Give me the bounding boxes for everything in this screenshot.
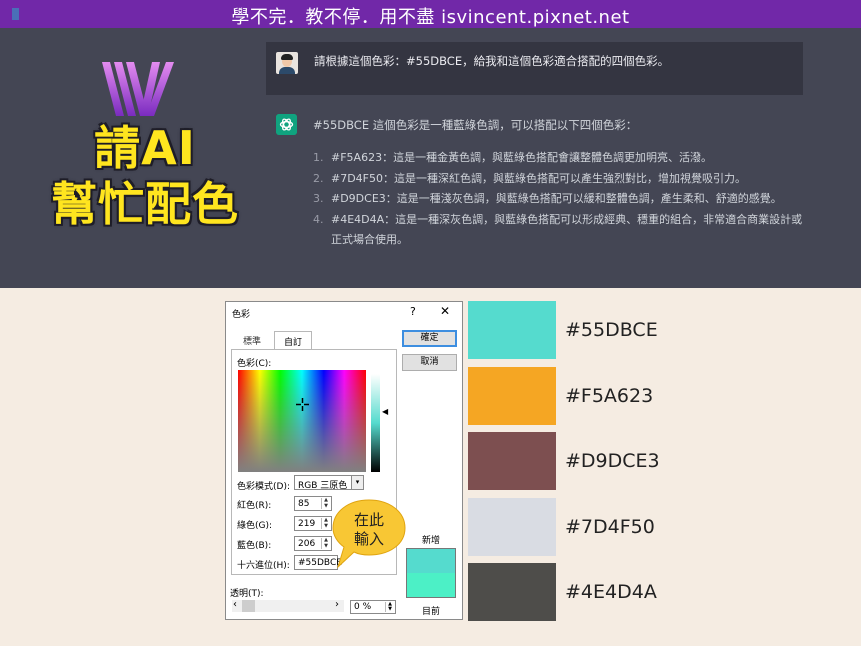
chevron-down-icon[interactable]: ▾ bbox=[351, 475, 364, 490]
user-message: 請根據這個色彩：#55DBCE，給我和這個色彩適合搭配的四個色彩。 bbox=[266, 42, 803, 95]
new-color-preview bbox=[406, 548, 456, 573]
promo-title-line1: 請AI bbox=[94, 121, 196, 175]
tab-standard[interactable]: 標準 bbox=[232, 331, 272, 349]
red-label: 紅色(R): bbox=[237, 501, 272, 511]
color-swatch bbox=[468, 301, 556, 359]
callout-line2: 輸入 bbox=[354, 530, 384, 548]
hex-label: 十六進位(H): bbox=[237, 561, 290, 571]
color-swatch bbox=[468, 497, 556, 556]
current-color-preview bbox=[406, 573, 456, 598]
transparency-label: 透明(T): bbox=[230, 589, 264, 599]
blue-label: 藍色(B): bbox=[237, 541, 272, 551]
transparency-stepper[interactable]: ▲ ▼ bbox=[385, 602, 394, 612]
color-swatch bbox=[468, 366, 556, 425]
color-swatch bbox=[468, 432, 556, 490]
current-color-label: 目前 bbox=[422, 607, 441, 617]
blue-input[interactable]: 206 ▲ ▼ bbox=[294, 536, 332, 551]
transparency-value: 0 % bbox=[354, 602, 372, 612]
list-item: 1. #F5A623：這是一種金黃色調，與藍綠色搭配會讓整體色調更加明亮、活潑。 bbox=[313, 151, 713, 164]
user-avatar bbox=[276, 52, 298, 74]
chatgpt-icon bbox=[276, 114, 297, 135]
close-button[interactable]: ✕ bbox=[440, 304, 450, 318]
colors-label: 色彩(C): bbox=[237, 359, 272, 369]
color-swatch-label: #55DBCE bbox=[565, 319, 658, 341]
transparency-slider[interactable]: ‹ › bbox=[232, 599, 344, 612]
list-item: 2. #7D4F50：這是一種深紅色調，與藍綠色搭配可以產生強烈對比，增加視覺吸引… bbox=[313, 171, 747, 185]
color-swatch-label: #D9DCE3 bbox=[565, 450, 660, 472]
assistant-intro: #55DBCE 這個色彩是一種藍綠色調，可以搭配以下四個色彩： bbox=[313, 118, 638, 132]
color-model-select[interactable]: RGB 三原色 ▾ bbox=[294, 475, 364, 491]
callout-bubble: 在此 輸入 bbox=[332, 499, 406, 569]
new-color-label: 新增 bbox=[422, 536, 441, 546]
chevron-right-icon[interactable]: › bbox=[335, 599, 339, 610]
color-spectrum[interactable] bbox=[238, 370, 366, 472]
luminance-slider[interactable] bbox=[371, 374, 380, 472]
green-stepper[interactable]: ▲ ▼ bbox=[321, 517, 330, 529]
blue-value: 206 bbox=[298, 539, 316, 549]
logo-icon bbox=[102, 62, 174, 116]
dialog-title: 色彩 bbox=[232, 310, 251, 320]
chevron-left-icon[interactable]: ‹ bbox=[233, 599, 237, 610]
help-button[interactable]: ? bbox=[410, 305, 416, 318]
red-stepper[interactable]: ▲ ▼ bbox=[321, 497, 330, 509]
green-input[interactable]: 219 ▲ ▼ bbox=[294, 516, 332, 531]
slider-thumb[interactable] bbox=[242, 600, 255, 612]
promo-title: 請AI 幫忙配色 bbox=[40, 120, 250, 232]
assistant-suggestion-list: 1. #F5A623：這是一種金黃色調，與藍綠色搭配會讓整體色調更加明亮、活潑。 … bbox=[313, 148, 803, 251]
blue-stepper[interactable]: ▲ ▼ bbox=[321, 537, 330, 549]
color-swatch-label: #4E4D4A bbox=[565, 581, 657, 603]
chat-panel: 請AI 幫忙配色 請根據這個色彩：#55DBCE，給我和這個色彩適合搭配的四個色… bbox=[0, 28, 861, 288]
color-dialog: 色彩 ? ✕ 標準 自訂 色彩(C): ◀ 色彩模式(D): RGB 三原色 ▾… bbox=[225, 301, 463, 620]
red-value: 85 bbox=[298, 499, 310, 509]
color-swatch-label: #F5A623 bbox=[565, 384, 654, 407]
color-swatch bbox=[468, 563, 556, 621]
luminance-arrow-icon[interactable]: ◀ bbox=[382, 407, 388, 416]
green-value: 219 bbox=[298, 519, 316, 529]
ok-button[interactable]: 確定 bbox=[402, 330, 457, 347]
list-item: 4. #4E4D4A：這是一種深灰色調，與藍綠色搭配可以形成經典、穩重的組合，非常… bbox=[313, 212, 803, 247]
user-message-text: 請根據這個色彩：#55DBCE，給我和這個色彩適合搭配的四個色彩。 bbox=[314, 54, 670, 68]
cancel-button[interactable]: 取消 bbox=[402, 354, 457, 371]
callout-line1: 在此 bbox=[354, 511, 384, 529]
top-banner: 學不完．教不停．用不盡 isvincent.pixnet.net bbox=[0, 0, 861, 28]
green-label: 綠色(G): bbox=[237, 521, 273, 531]
list-item: 3. #D9DCE3：這是一種淺灰色調，與藍綠色搭配可以緩和整體色調，產生柔和、舒… bbox=[313, 192, 782, 205]
color-model-label: 色彩模式(D): bbox=[237, 482, 290, 492]
color-swatch-label: #7D4F50 bbox=[565, 515, 655, 538]
transparency-input[interactable]: 0 % ▲ ▼ bbox=[350, 600, 396, 614]
red-input[interactable]: 85 ▲ ▼ bbox=[294, 496, 332, 511]
promo-title-line2: 幫忙配色 bbox=[51, 177, 239, 231]
tab-custom[interactable]: 自訂 bbox=[274, 331, 312, 349]
banner-title: 學不完．教不停．用不盡 isvincent.pixnet.net bbox=[231, 7, 630, 28]
crosshair-icon[interactable] bbox=[296, 398, 309, 411]
color-model-value: RGB 三原色 bbox=[298, 481, 348, 491]
